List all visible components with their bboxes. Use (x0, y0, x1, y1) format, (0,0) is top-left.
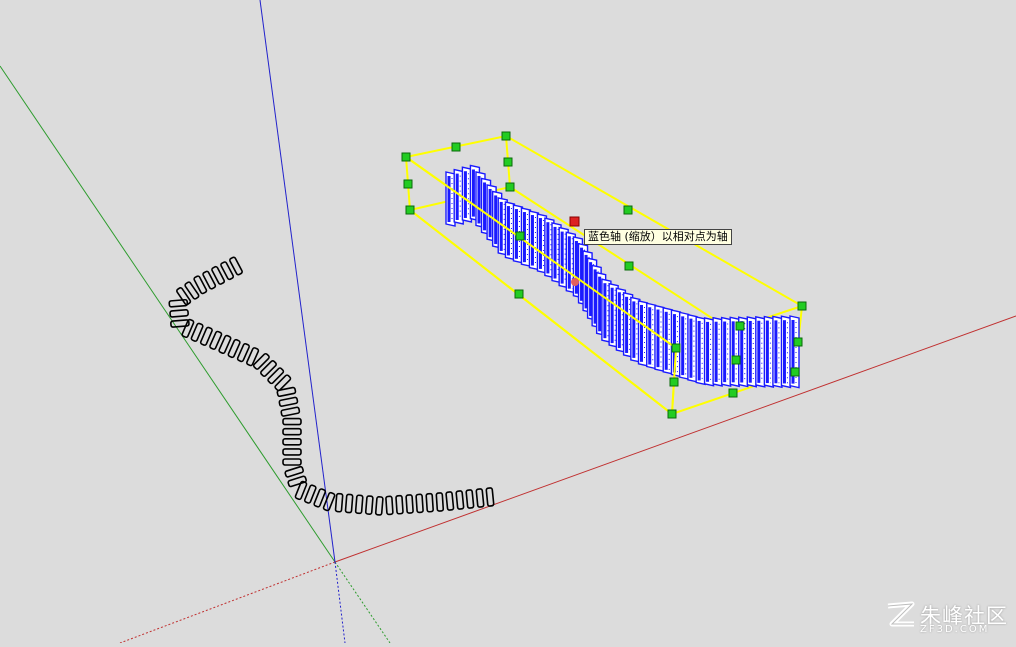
domino-outline (435, 492, 445, 512)
domino-outline (282, 427, 302, 436)
scale-grip-handle[interactable] (667, 409, 677, 419)
watermark: 朱峰社区 ZF3D.COM (884, 598, 1010, 638)
scale-grip-handle[interactable] (503, 157, 513, 167)
domino-outline (252, 352, 270, 370)
domino-outline (455, 490, 465, 510)
domino-outline (485, 487, 495, 507)
domino-outline (260, 360, 277, 377)
scale-grip-handle[interactable] (793, 337, 803, 347)
scale-grip-handle[interactable] (501, 131, 511, 141)
scale-pivot-point[interactable] (571, 278, 579, 286)
scale-grip-handle[interactable] (624, 261, 634, 271)
scene-canvas[interactable] (0, 0, 1016, 644)
domino-outline (334, 492, 344, 513)
watermark-url: ZF3D.COM (920, 624, 990, 635)
scale-grip-handle[interactable] (671, 343, 681, 353)
zf-logo-icon (887, 601, 915, 627)
scale-grip-handle[interactable] (790, 367, 800, 377)
scale-grip-handle[interactable] (669, 377, 679, 387)
domino-outline (282, 417, 302, 426)
domino-outline (344, 493, 354, 514)
domino-outline (415, 493, 424, 514)
scale-tooltip: 蓝色轴 (缩放）以相对点为轴 (584, 229, 732, 245)
scale-grip-handle[interactable] (514, 289, 524, 299)
domino-outline (364, 495, 374, 515)
domino-outline (282, 458, 302, 466)
domino-outline (280, 406, 301, 417)
domino-path-selected[interactable] (445, 164, 800, 389)
domino-outline (276, 386, 297, 398)
domino-outline (405, 494, 414, 514)
scale-grip-handle[interactable] (403, 179, 413, 189)
domino-outline (395, 494, 404, 515)
scale-grip-handle[interactable] (797, 301, 807, 311)
domino-outline (465, 489, 475, 509)
scale-grip-handle[interactable] (401, 152, 411, 162)
domino-outline (284, 465, 304, 478)
domino-outline (374, 496, 384, 516)
red-axis-negative (119, 561, 336, 644)
domino-outline (475, 488, 485, 508)
scale-grip-handle[interactable] (735, 321, 745, 331)
scale-grip-handle[interactable] (405, 205, 415, 215)
domino-outline (278, 396, 299, 407)
scale-grip-handle[interactable] (451, 142, 461, 152)
scale-grip-handle[interactable] (515, 231, 525, 241)
active-scale-grip[interactable] (569, 216, 580, 227)
domino-path-unselected[interactable] (168, 256, 495, 516)
green-axis (0, 65, 336, 563)
modeling-viewport[interactable]: 蓝色轴 (缩放）以相对点为轴 朱峰社区 ZF3D.COM (0, 0, 1016, 644)
domino-outline (425, 492, 434, 513)
domino-outline (282, 437, 302, 446)
scale-grip-handle[interactable] (505, 182, 515, 192)
domino-outline (267, 367, 285, 385)
scale-grip-handle[interactable] (623, 205, 633, 215)
domino-outline (282, 448, 302, 456)
domino-outline (385, 495, 394, 516)
domino-outline (354, 494, 364, 515)
scale-grip-handle[interactable] (731, 355, 741, 365)
domino-outline (176, 287, 192, 306)
domino-outline (445, 491, 455, 511)
blue-axis-negative (334, 561, 346, 644)
domino-outline (169, 309, 189, 318)
scale-grip-handle[interactable] (728, 388, 738, 398)
